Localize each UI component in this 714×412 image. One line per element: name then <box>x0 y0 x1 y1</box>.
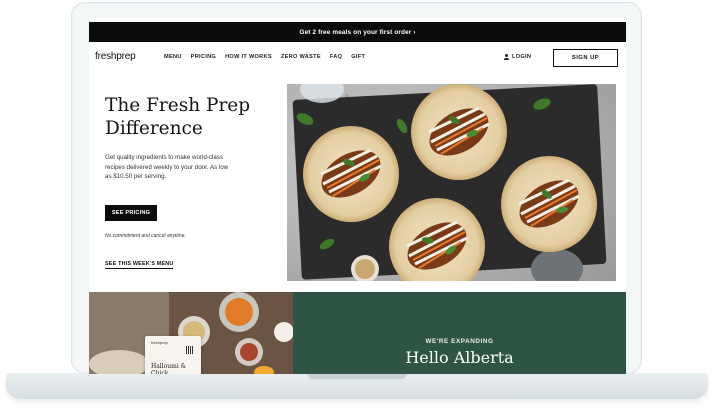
expansion-banner[interactable]: WE'RE EXPANDING Hello Alberta <box>293 292 626 374</box>
laptop-screen: Get 2 free meals on your first order › f… <box>89 18 626 374</box>
nav-faq[interactable]: FAQ <box>330 54 342 60</box>
nav-zero-waste[interactable]: ZERO WASTE <box>281 54 321 60</box>
login-label: LOGIN <box>512 54 532 60</box>
nav-menu[interactable]: MENU <box>164 54 182 60</box>
commitment-note: No commitment and cancel anytime. <box>105 233 186 239</box>
nav-pricing[interactable]: PRICING <box>191 54 216 60</box>
main-nav: freshprep MENU PRICING HOW IT WORKS ZERO… <box>89 46 626 70</box>
hero-title-line-1: The Fresh Prep <box>105 95 251 116</box>
user-icon <box>503 54 509 60</box>
tacos-hero-image <box>287 84 616 281</box>
login-link[interactable]: LOGIN <box>503 54 531 60</box>
recipe-kit-photo: freshprep Halloumi & Chick... <box>89 292 293 374</box>
hero-title: The Fresh Prep Difference <box>105 94 285 140</box>
freshprep-logo[interactable]: freshprep <box>95 51 136 62</box>
see-pricing-button[interactable]: SEE PRICING <box>105 205 157 221</box>
qr-code-icon <box>186 346 194 354</box>
signup-button[interactable]: SIGN UP <box>553 49 618 67</box>
expansion-eyebrow: WE'RE EXPANDING <box>425 338 494 345</box>
recipe-card: freshprep Halloumi & Chick... <box>145 336 201 374</box>
recipe-card-logo: freshprep <box>151 340 168 345</box>
weekly-menu-link[interactable]: SEE THIS WEEK'S MENU <box>105 261 174 269</box>
hero-description: Get quality ingredients to make world-cl… <box>105 154 229 180</box>
promo-banner[interactable]: Get 2 free meals on your first order › <box>89 22 626 42</box>
nav-gift[interactable]: GIFT <box>351 54 365 60</box>
hero-title-line-2: Difference <box>105 118 203 139</box>
recipe-card-title: Halloumi & Chick... <box>151 363 186 374</box>
expansion-headline: Hello Alberta <box>405 348 514 367</box>
nav-links: MENU PRICING HOW IT WORKS ZERO WASTE FAQ… <box>164 54 365 60</box>
nav-how-it-works[interactable]: HOW IT WORKS <box>225 54 272 60</box>
